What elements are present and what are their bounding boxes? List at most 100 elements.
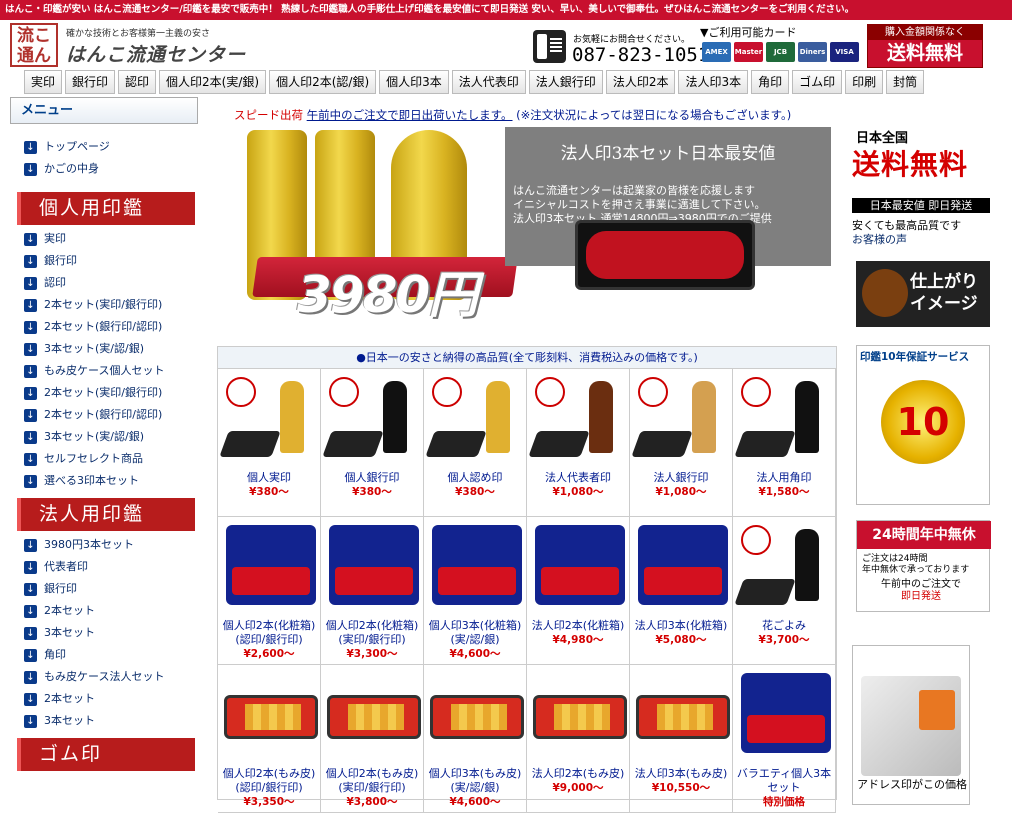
top-menu-link[interactable]: ↓ トップページ xyxy=(24,136,206,158)
menu-link-label: セルフセレクト商品 xyxy=(44,452,143,465)
product-card[interactable]: 法人銀行印 ¥1,080〜 xyxy=(630,369,733,517)
ink-pad xyxy=(322,431,384,457)
corporate-menu-link[interactable]: ↓ 代表者印 xyxy=(24,556,206,578)
product-name[interactable]: 法人用角印 xyxy=(733,471,835,485)
product-name[interactable]: 法人印2本(化粧箱) xyxy=(527,619,629,633)
nav-item[interactable]: 認印 xyxy=(118,70,157,94)
phone-number[interactable]: 087-823-1051 xyxy=(572,44,709,66)
personal-menu-link[interactable]: ↓ 選べる3印本セット xyxy=(24,470,206,492)
product-image xyxy=(425,371,524,469)
product-card[interactable]: 法人用角印 ¥1,580〜 xyxy=(733,369,836,517)
personal-menu-link[interactable]: ↓ 2本セット(実印/銀行印) xyxy=(24,382,206,404)
nav-item[interactable]: 法人印2本 xyxy=(605,70,676,94)
product-name[interactable]: 法人銀行印 xyxy=(630,471,732,485)
corporate-seal-banner[interactable]: 法人用印鑑 xyxy=(17,498,195,531)
personal-menu-link[interactable]: ↓ 実印 xyxy=(24,228,206,250)
product-card[interactable]: 法人印3本(もみ皮) ¥10,550〜 xyxy=(630,665,733,813)
product-name[interactable]: 法人印3本(化粧箱) xyxy=(630,619,732,633)
product-card[interactable]: 個人印2本(化粧箱)(認印/銀行印) ¥2,600〜 xyxy=(218,517,321,665)
corporate-menu-link[interactable]: ↓ 2本セット xyxy=(24,600,206,622)
nav-item[interactable]: 角印 xyxy=(751,70,790,94)
seal-imprint xyxy=(226,377,256,407)
product-card[interactable]: 個人認め印 ¥380〜 xyxy=(424,369,527,517)
product-name[interactable]: 個人印2本(もみ皮)(認印/銀行印) xyxy=(218,767,320,795)
menu-link-label: 2本セット(実印/銀行印) xyxy=(44,298,163,311)
nav-item[interactable]: 法人代表印 xyxy=(451,70,526,94)
product-name[interactable]: 個人印2本(化粧箱)(認印/銀行印) xyxy=(218,619,320,647)
corporate-menu-link[interactable]: ↓ 角印 xyxy=(24,644,206,666)
free-shipping-badge[interactable]: 購入金額関係なく 送料無料 xyxy=(867,24,983,68)
site-name[interactable]: はんこ流通センター xyxy=(66,40,246,67)
personal-seal-banner[interactable]: 個人用印鑑 xyxy=(17,192,195,225)
product-card[interactable]: バラエティ個人3本セット 特別価格 xyxy=(733,665,836,813)
product-name[interactable]: 個人印2本(化粧箱)(実印/銀行印) xyxy=(321,619,423,647)
nav-item[interactable]: 印刷 xyxy=(845,70,884,94)
rubber-stamp-banner[interactable]: ゴム印 xyxy=(17,738,195,771)
nav-item[interactable]: 個人印3本 xyxy=(379,70,449,94)
nav-item[interactable]: 銀行印 xyxy=(65,70,116,94)
product-card[interactable]: 個人銀行印 ¥380〜 xyxy=(321,369,424,517)
nav-item[interactable]: 個人印2本(認/銀) xyxy=(269,70,377,94)
product-name[interactable]: 法人代表者印 xyxy=(527,471,629,485)
menu-link-label: 認印 xyxy=(44,276,66,289)
nav-item[interactable]: 封筒 xyxy=(886,70,925,94)
free-shipping-panel[interactable]: 日本全国 送料無料 日本最安値 即日発送 安くても最高品質です お客様の声 xyxy=(852,125,992,247)
corporate-menu-link[interactable]: ↓ 3本セット xyxy=(24,622,206,644)
corporate-menu-link[interactable]: ↓ 3980円3本セット xyxy=(24,534,206,556)
product-card[interactable]: 個人実印 ¥380〜 xyxy=(218,369,321,517)
product-card[interactable]: 法人印2本(もみ皮) ¥9,000〜 xyxy=(527,665,630,813)
personal-menu-link[interactable]: ↓ 3本セット(実/認/銀) xyxy=(24,338,206,360)
product-name[interactable]: 個人実印 xyxy=(218,471,320,485)
ink-pad xyxy=(425,431,487,457)
product-name[interactable]: 法人印2本(もみ皮) xyxy=(527,767,629,781)
personal-menu-link[interactable]: ↓ 銀行印 xyxy=(24,250,206,272)
personal-menu-link[interactable]: ↓ もみ皮ケース個人セット xyxy=(24,360,206,382)
personal-menu-link[interactable]: ↓ 2本セット(銀行印/認印) xyxy=(24,316,206,338)
product-card[interactable]: 法人代表者印 ¥1,080〜 xyxy=(527,369,630,517)
product-name[interactable]: 個人印3本(もみ皮)(実/認/銀) xyxy=(424,767,526,795)
product-card[interactable]: 個人印3本(もみ皮)(実/認/銀) ¥4,600〜 xyxy=(424,665,527,813)
nav-item[interactable]: ゴム印 xyxy=(792,70,843,94)
product-name[interactable]: 個人認め印 xyxy=(424,471,526,485)
logo[interactable]: 流こ 通ん xyxy=(10,23,58,67)
personal-menu-link[interactable]: ↓ 認印 xyxy=(24,272,206,294)
product-card[interactable]: 個人印2本(化粧箱)(実印/銀行印) ¥3,300〜 xyxy=(321,517,424,665)
top-menu-link[interactable]: ↓ かごの中身 xyxy=(24,158,206,180)
corporate-menu-link[interactable]: ↓ 2本セット xyxy=(24,688,206,710)
arrow-icon: ↓ xyxy=(24,408,37,422)
nav-item[interactable]: 個人印2本(実/銀) xyxy=(159,70,267,94)
product-name[interactable]: 個人印2本(もみ皮)(実印/銀行印) xyxy=(321,767,423,795)
product-card[interactable]: 花ごよみ ¥3,700〜 xyxy=(733,517,836,665)
product-card[interactable]: 個人印2本(もみ皮)(認印/銀行印) ¥3,350〜 xyxy=(218,665,321,813)
product-name[interactable]: 個人印3本(化粧箱)(実/認/銀) xyxy=(424,619,526,647)
personal-menu-link[interactable]: ↓ セルフセレクト商品 xyxy=(24,448,206,470)
nav-item[interactable]: 法人銀行印 xyxy=(528,70,603,94)
product-name[interactable]: 花ごよみ xyxy=(733,619,835,633)
product-card[interactable]: 個人印3本(化粧箱)(実/認/銀) ¥4,600〜 xyxy=(424,517,527,665)
product-name[interactable]: 個人銀行印 xyxy=(321,471,423,485)
open-24h-banner[interactable]: 24時間年中無休 ご注文は24時間 年中無休で承っております 午前中のご注文で即… xyxy=(856,520,991,612)
product-card[interactable]: 法人印3本(化粧箱) ¥5,080〜 xyxy=(630,517,733,665)
corporate-menu-link[interactable]: ↓ 銀行印 xyxy=(24,578,206,600)
product-image xyxy=(734,371,833,469)
hero-banner[interactable]: 3980円 法人印3本セット日本最安値 はんこ流通センターは起業家の皆様を応援し… xyxy=(245,125,835,325)
personal-menu-link[interactable]: ↓ 2本セット(実印/銀行印) xyxy=(24,294,206,316)
nav-item[interactable]: 法人印3本 xyxy=(678,70,749,94)
address-stamp-banner[interactable]: アドレス印がこの価格 xyxy=(852,645,970,805)
speed-link[interactable]: 午前中のご注文で即日出荷いたします。 xyxy=(307,108,513,122)
corporate-menu-link[interactable]: ↓ もみ皮ケース法人セット xyxy=(24,666,206,688)
seal-imprint xyxy=(329,377,359,407)
corporate-menu-link[interactable]: ↓ 3本セット xyxy=(24,710,206,732)
personal-menu-link[interactable]: ↓ 3本セット(実/認/銀) xyxy=(24,426,206,448)
personal-menu-link[interactable]: ↓ 2本セット(銀行印/認印) xyxy=(24,404,206,426)
hanko-stick xyxy=(795,529,819,601)
product-name[interactable]: 法人印3本(もみ皮) xyxy=(630,767,732,781)
finish-image-banner[interactable]: 仕上がりイメージ xyxy=(856,261,990,327)
arrow-icon: ↓ xyxy=(24,232,37,246)
nav-item[interactable]: 実印 xyxy=(24,70,63,94)
customer-voice-link[interactable]: お客様の声 xyxy=(852,231,907,247)
product-card[interactable]: 法人印2本(化粧箱) ¥4,980〜 xyxy=(527,517,630,665)
product-name[interactable]: バラエティ個人3本セット xyxy=(733,767,835,795)
warranty-banner[interactable]: 印鑑10年保証サービス 10 xyxy=(856,345,990,505)
product-card[interactable]: 個人印2本(もみ皮)(実印/銀行印) ¥3,800〜 xyxy=(321,665,424,813)
